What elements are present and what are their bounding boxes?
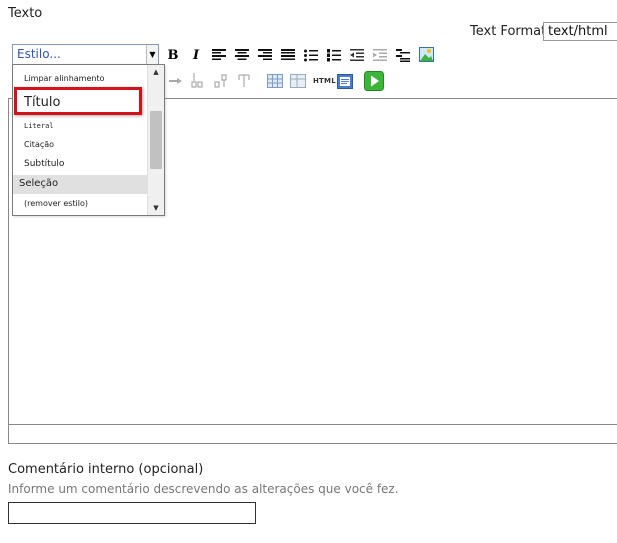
merge-cells-button[interactable] bbox=[236, 73, 252, 89]
definition-list-icon bbox=[396, 48, 410, 62]
bullet-list-button[interactable] bbox=[303, 47, 319, 63]
style-option-literal[interactable]: Literal bbox=[13, 117, 148, 135]
text-format-select[interactable]: text/html bbox=[543, 22, 617, 41]
text-format-label: Text Format bbox=[470, 24, 547, 39]
table-icon bbox=[267, 74, 283, 88]
table-properties-button[interactable] bbox=[290, 73, 306, 89]
fullscreen-button[interactable] bbox=[337, 73, 353, 89]
dropdown-scrollbar[interactable]: ▲ ▼ bbox=[147, 65, 164, 215]
scroll-up-arrow-icon[interactable]: ▲ bbox=[148, 65, 164, 79]
indent-icon bbox=[373, 49, 387, 61]
merge-cells-icon bbox=[238, 74, 250, 87]
run-button[interactable] bbox=[364, 71, 384, 91]
align-justify-button[interactable] bbox=[280, 47, 296, 63]
outdent-button[interactable] bbox=[349, 47, 365, 63]
align-center-icon bbox=[235, 49, 249, 60]
play-icon bbox=[364, 71, 384, 91]
insert-table-button[interactable] bbox=[267, 73, 283, 89]
insert-image-button[interactable] bbox=[418, 46, 434, 62]
window-icon bbox=[337, 73, 353, 89]
align-left-icon bbox=[212, 49, 226, 60]
anchor-icon bbox=[169, 78, 182, 84]
comment-help-text: Informe um comentário descrevendo as alt… bbox=[8, 482, 399, 496]
section-title: Texto bbox=[8, 6, 43, 21]
style-select-value: Estilo... bbox=[17, 47, 61, 61]
bold-button[interactable]: B bbox=[165, 47, 181, 63]
numbered-list-icon bbox=[327, 48, 341, 61]
table-row-icon bbox=[191, 73, 203, 88]
style-option-remover-estilo[interactable]: (remover estilo) bbox=[13, 194, 148, 214]
table-column-icon bbox=[214, 74, 227, 88]
bullet-list-icon bbox=[304, 49, 318, 61]
style-option-subtitulo[interactable]: Subtítulo bbox=[13, 155, 148, 175]
align-right-icon bbox=[258, 49, 272, 60]
scrollbar-thumb[interactable] bbox=[150, 111, 162, 169]
highlight-annotation bbox=[14, 87, 142, 115]
comment-input[interactable] bbox=[8, 502, 256, 524]
style-select[interactable]: Estilo... ▼ bbox=[12, 44, 159, 65]
align-center-button[interactable] bbox=[234, 47, 250, 63]
table-properties-icon bbox=[290, 74, 306, 88]
italic-icon: I bbox=[192, 47, 200, 63]
scroll-down-arrow-icon[interactable]: ▼ bbox=[148, 201, 164, 215]
image-icon bbox=[418, 46, 434, 62]
numbered-list-button[interactable] bbox=[326, 47, 342, 63]
definition-list-button[interactable] bbox=[395, 47, 411, 63]
chevron-down-icon: ▼ bbox=[146, 45, 158, 64]
html-source-button[interactable]: HTML bbox=[313, 77, 336, 85]
align-right-button[interactable] bbox=[257, 47, 273, 63]
bold-icon: B bbox=[167, 47, 179, 63]
insert-column-button[interactable] bbox=[213, 73, 229, 89]
comment-label: Comentário interno (opcional) bbox=[8, 462, 204, 477]
outdent-icon bbox=[350, 49, 364, 61]
indent-button[interactable] bbox=[372, 47, 388, 63]
style-option-selecao[interactable]: Seleção bbox=[13, 175, 148, 194]
editor-status-bar bbox=[8, 425, 617, 444]
align-left-button[interactable] bbox=[211, 47, 227, 63]
anchor-button[interactable] bbox=[168, 73, 184, 89]
align-justify-icon bbox=[281, 49, 295, 60]
insert-row-button[interactable] bbox=[190, 73, 206, 89]
italic-button[interactable]: I bbox=[188, 47, 204, 63]
style-option-citacao[interactable]: Citação bbox=[13, 135, 148, 155]
